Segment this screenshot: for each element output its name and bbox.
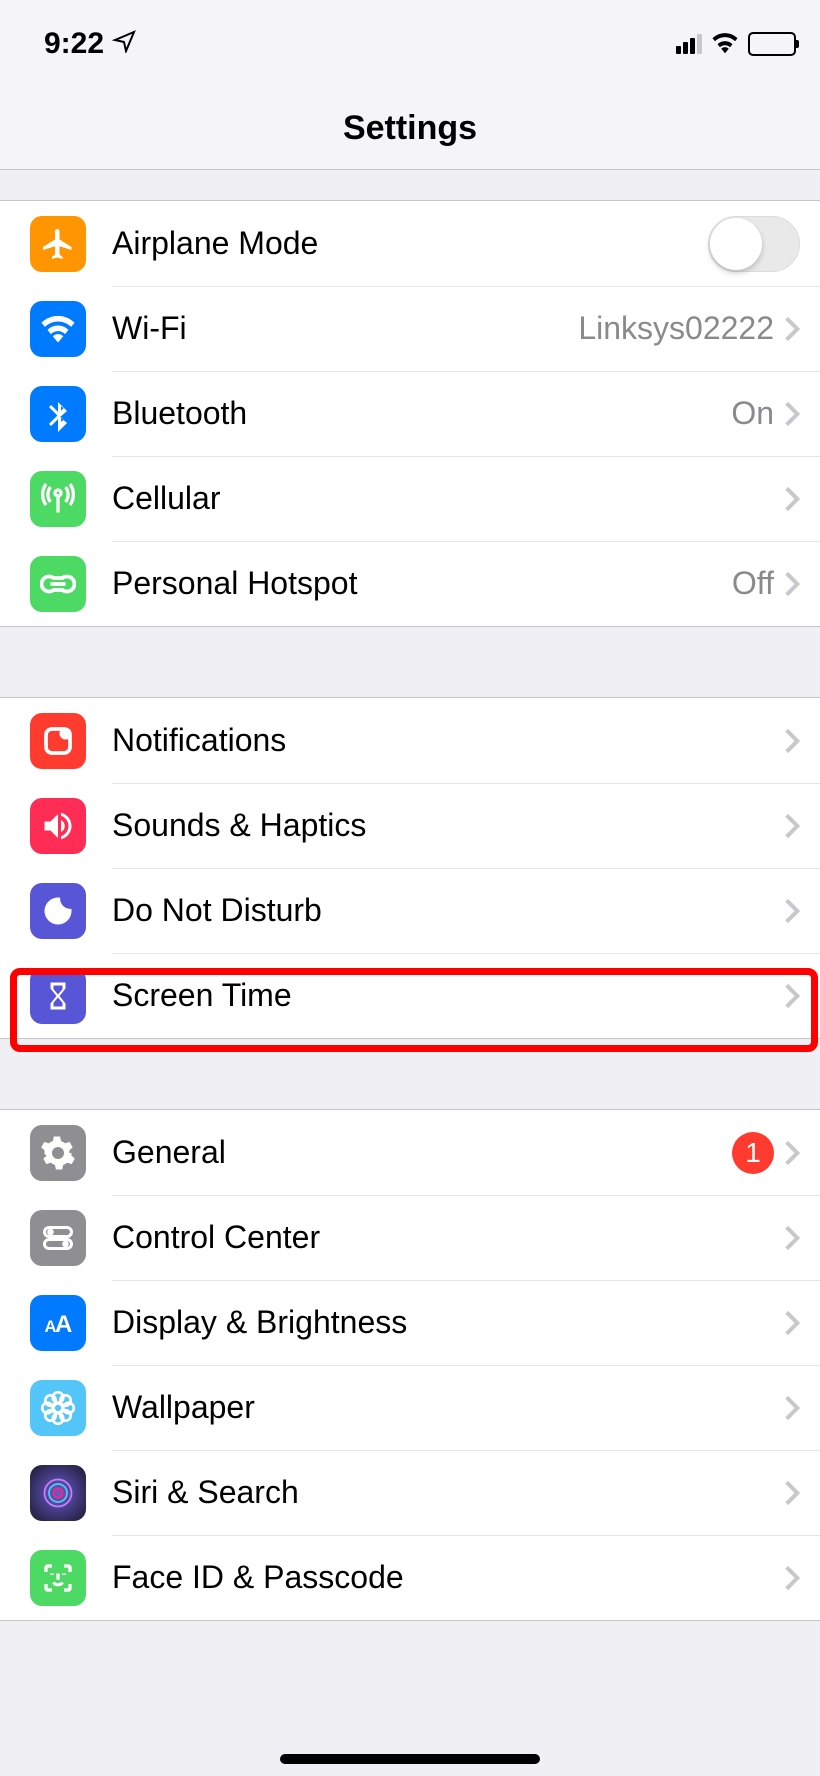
row-personal-hotspot[interactable]: Personal Hotspot Off	[0, 541, 820, 626]
hotspot-icon	[30, 556, 86, 612]
row-airplane-mode[interactable]: Airplane Mode	[0, 201, 820, 286]
row-label: Screen Time	[112, 977, 784, 1014]
row-faceid-passcode[interactable]: Face ID & Passcode	[0, 1535, 820, 1620]
settings-section-general: General 1 Control Center AA Display & Br…	[0, 1109, 820, 1621]
row-value: On	[731, 395, 774, 432]
row-label: Face ID & Passcode	[112, 1559, 784, 1596]
row-notifications[interactable]: Notifications	[0, 698, 820, 783]
row-wifi[interactable]: Wi-Fi Linksys02222	[0, 286, 820, 371]
row-label: Personal Hotspot	[112, 565, 732, 602]
row-label: Airplane Mode	[112, 225, 708, 262]
settings-section-attention: Notifications Sounds & Haptics Do Not Di…	[0, 697, 820, 1039]
row-do-not-disturb[interactable]: Do Not Disturb	[0, 868, 820, 953]
chevron-right-icon	[784, 812, 800, 840]
notifications-icon	[30, 713, 86, 769]
row-label: Siri & Search	[112, 1474, 784, 1511]
flower-icon	[30, 1380, 86, 1436]
switches-icon	[30, 1210, 86, 1266]
chevron-right-icon	[784, 570, 800, 598]
row-label: Control Center	[112, 1219, 784, 1256]
row-control-center[interactable]: Control Center	[0, 1195, 820, 1280]
chevron-right-icon	[784, 982, 800, 1010]
row-sounds-haptics[interactable]: Sounds & Haptics	[0, 783, 820, 868]
row-value: Linksys02222	[578, 310, 774, 347]
row-label: Notifications	[112, 722, 784, 759]
cellular-icon	[30, 471, 86, 527]
row-label: Do Not Disturb	[112, 892, 784, 929]
chevron-right-icon	[784, 1564, 800, 1592]
row-screen-time[interactable]: Screen Time	[0, 953, 820, 1038]
row-label: Cellular	[112, 480, 784, 517]
notification-badge: 1	[732, 1132, 774, 1174]
row-siri-search[interactable]: Siri & Search	[0, 1450, 820, 1535]
chevron-right-icon	[784, 485, 800, 513]
row-cellular[interactable]: Cellular	[0, 456, 820, 541]
row-value: Off	[732, 565, 774, 602]
row-general[interactable]: General 1	[0, 1110, 820, 1195]
row-bluetooth[interactable]: Bluetooth On	[0, 371, 820, 456]
status-bar: 9:22	[0, 0, 820, 88]
airplane-mode-toggle[interactable]	[708, 216, 800, 272]
home-indicator[interactable]	[280, 1754, 540, 1764]
sounds-icon	[30, 798, 86, 854]
wifi-icon	[30, 301, 86, 357]
chevron-right-icon	[784, 1139, 800, 1167]
chevron-right-icon	[784, 400, 800, 428]
textsize-icon: AA	[30, 1295, 86, 1351]
header: Settings	[0, 88, 820, 170]
chevron-right-icon	[784, 1394, 800, 1422]
row-label: Wallpaper	[112, 1389, 784, 1426]
row-wallpaper[interactable]: Wallpaper	[0, 1365, 820, 1450]
row-label: General	[112, 1134, 732, 1171]
row-label: Sounds & Haptics	[112, 807, 784, 844]
siri-icon	[30, 1465, 86, 1521]
bluetooth-icon	[30, 386, 86, 442]
status-time: 9:22	[44, 27, 104, 61]
settings-section-network: Airplane Mode Wi-Fi Linksys02222 Bluetoo…	[0, 200, 820, 627]
chevron-right-icon	[784, 315, 800, 343]
row-display-brightness[interactable]: AA Display & Brightness	[0, 1280, 820, 1365]
gear-icon	[30, 1125, 86, 1181]
chevron-right-icon	[784, 1224, 800, 1252]
location-icon	[112, 27, 136, 61]
page-title: Settings	[343, 109, 477, 148]
wifi-status-icon	[710, 30, 740, 59]
chevron-right-icon	[784, 1479, 800, 1507]
row-label: Display & Brightness	[112, 1304, 784, 1341]
cellular-signal-icon	[676, 34, 702, 54]
battery-icon	[748, 32, 796, 56]
svg-text:A: A	[55, 1311, 72, 1338]
chevron-right-icon	[784, 1309, 800, 1337]
hourglass-icon	[30, 968, 86, 1024]
chevron-right-icon	[784, 727, 800, 755]
faceid-icon	[30, 1550, 86, 1606]
row-label: Wi-Fi	[112, 310, 578, 347]
moon-icon	[30, 883, 86, 939]
row-label: Bluetooth	[112, 395, 731, 432]
airplane-icon	[30, 216, 86, 272]
chevron-right-icon	[784, 897, 800, 925]
